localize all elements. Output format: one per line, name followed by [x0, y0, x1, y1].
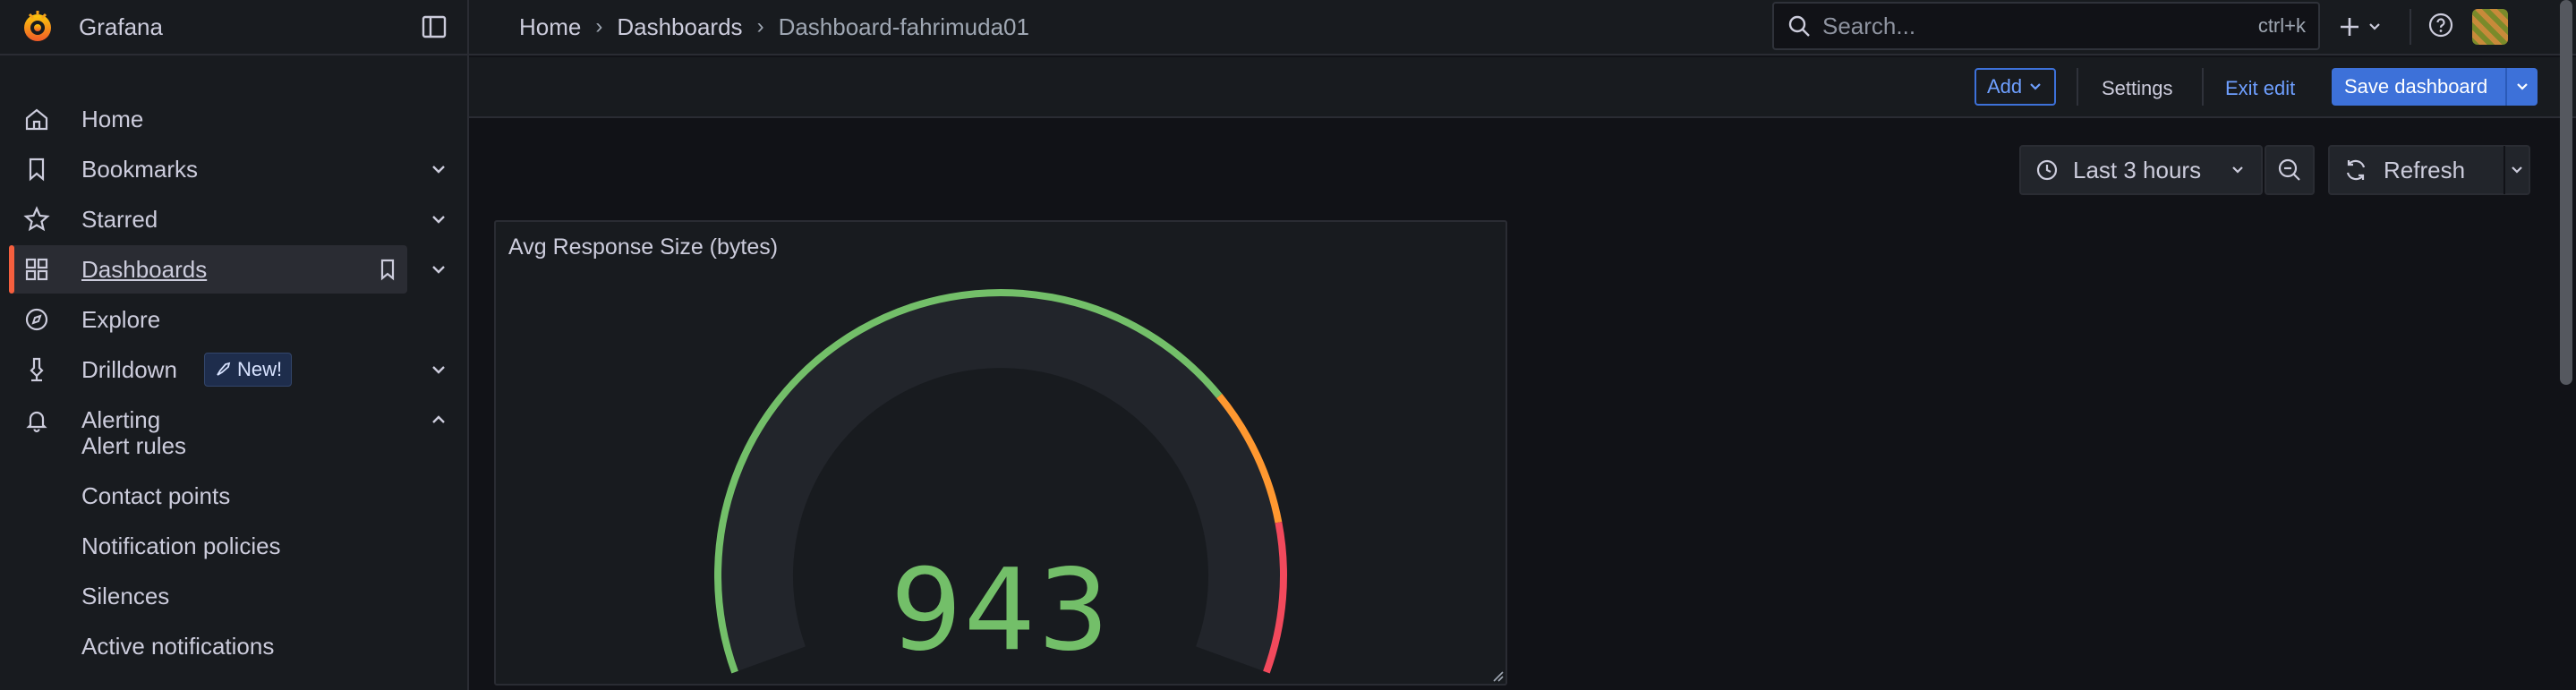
star-icon [23, 206, 50, 232]
chevron-down-icon [2512, 166, 2522, 174]
compass-icon [25, 308, 48, 331]
sidebar-item-label: Bookmarks [81, 155, 199, 183]
sidebar: Home Bookmarks Starred Dashboards Explor… [0, 55, 469, 690]
sidebar-subitem-alert-rules[interactable]: Alert rules [81, 432, 186, 460]
sidebar-item-label: Starred [81, 205, 158, 233]
exit-edit-button[interactable]: Exit edit [2225, 77, 2295, 100]
add-button-label: Add [1987, 75, 2023, 98]
plus-icon [2341, 18, 2358, 36]
sidebar-item-starred[interactable]: Starred [0, 195, 467, 243]
sidebar-subitem-silences[interactable]: Silences [81, 583, 169, 610]
chevron-down-icon [2369, 23, 2380, 30]
page-scrollbar[interactable] [2560, 0, 2572, 385]
sidebar-item-explore[interactable]: Explore [0, 295, 467, 344]
zoom-out-button[interactable] [2265, 145, 2315, 195]
refresh-interval-button[interactable] [2505, 161, 2529, 179]
chevron-up-icon[interactable] [428, 409, 449, 430]
time-range-picker[interactable]: Last 3 hours [2019, 145, 2263, 195]
search-shortcut: ctrl+k [2257, 14, 2306, 37]
bookmark-icon[interactable] [376, 258, 399, 281]
chevron-down-icon [2232, 166, 2243, 174]
sidebar-item-alerting[interactable]: Alerting [0, 396, 467, 444]
chevron-down-icon[interactable] [428, 259, 449, 280]
refresh-label: Refresh [2384, 156, 2466, 183]
divider [2410, 9, 2411, 45]
divider [2077, 68, 2078, 106]
bell-icon [26, 411, 47, 433]
user-avatar[interactable] [2472, 9, 2508, 45]
clock-icon [2036, 159, 2058, 181]
sidebar-item-label: Dashboards [81, 255, 208, 283]
active-highlight [11, 245, 407, 294]
new-badge: New! [204, 353, 293, 387]
sidebar-item-home[interactable]: Home [0, 95, 467, 143]
help-icon [2428, 13, 2453, 37]
sidebar-item-label: Drilldown [81, 355, 177, 383]
breadcrumb-home[interactable]: Home [519, 13, 581, 41]
zoom-out-icon [2278, 158, 2300, 181]
dock-menu-icon[interactable] [421, 13, 448, 40]
save-dashboard-button[interactable]: Save dashboard [2332, 68, 2538, 106]
sidebar-item-drilldown[interactable]: Drilldown New! [0, 345, 467, 394]
breadcrumb: Home › Dashboards › Dashboard-fahrimuda0… [519, 13, 1029, 41]
app-title: Grafana [79, 13, 163, 40]
refresh-button[interactable]: Refresh [2328, 145, 2530, 195]
drilldown-icon [30, 357, 44, 382]
breadcrumb-dashboards[interactable]: Dashboards [617, 13, 742, 41]
gauge-panel[interactable]: Avg Response Size (bytes) 943 [494, 220, 1507, 686]
sync-icon [2346, 159, 2366, 181]
top-bar: Grafana Home › Dashboards › Dashboard-fa… [0, 0, 2576, 55]
sidebar-subitem-contact-points[interactable]: Contact points [81, 482, 230, 510]
chevron-down-icon[interactable] [428, 209, 449, 230]
home-icon [25, 108, 48, 131]
chevron-down-icon [2517, 83, 2528, 90]
sidebar-item-label: Explore [81, 305, 161, 333]
breadcrumb-current: Dashboard-fahrimuda01 [778, 13, 1029, 40]
chevron-down-icon [2030, 83, 2041, 90]
chevron-down-icon[interactable] [428, 158, 449, 180]
top-actions [2338, 7, 2508, 47]
badge-label: New! [237, 358, 283, 380]
gauge-value: 943 [890, 544, 1112, 676]
search-placeholder: Search... [1822, 12, 1916, 39]
sidebar-item-label: Alerting [81, 405, 161, 433]
chevron-down-icon[interactable] [428, 359, 449, 380]
new-menu-button[interactable] [2338, 15, 2393, 38]
search-icon [1788, 15, 1810, 37]
bookmark-icon [29, 158, 45, 182]
help-button[interactable] [2427, 12, 2454, 43]
apps-icon [25, 258, 48, 281]
edit-toolbar: Add Settings Exit edit Save dashboard [469, 57, 2576, 118]
grafana-logo-icon[interactable] [20, 9, 55, 45]
sidebar-item-label: Home [81, 105, 144, 132]
sidebar-subitem-notification-policies[interactable]: Notification policies [81, 532, 281, 560]
settings-button[interactable]: Settings [2102, 77, 2173, 100]
divider [2202, 68, 2204, 106]
add-button[interactable]: Add [1975, 68, 2057, 106]
breadcrumb-separator-icon: › [595, 14, 603, 38]
sidebar-item-dashboards[interactable]: Dashboards [0, 245, 467, 294]
logo-block: Grafana [0, 0, 469, 55]
save-options-button[interactable] [2507, 79, 2538, 95]
active-indicator [9, 245, 14, 294]
resize-handle-icon[interactable] [1489, 668, 1504, 682]
rocket-icon [217, 362, 231, 376]
time-range-label: Last 3 hours [2073, 156, 2202, 183]
sidebar-subitem-active-notifications[interactable]: Active notifications [81, 633, 274, 660]
save-dashboard-label: Save dashboard [2344, 75, 2488, 98]
breadcrumb-separator-icon: › [756, 14, 764, 38]
search-input[interactable]: Search... ctrl+k [1772, 2, 2320, 50]
sidebar-item-bookmarks[interactable]: Bookmarks [0, 145, 467, 193]
